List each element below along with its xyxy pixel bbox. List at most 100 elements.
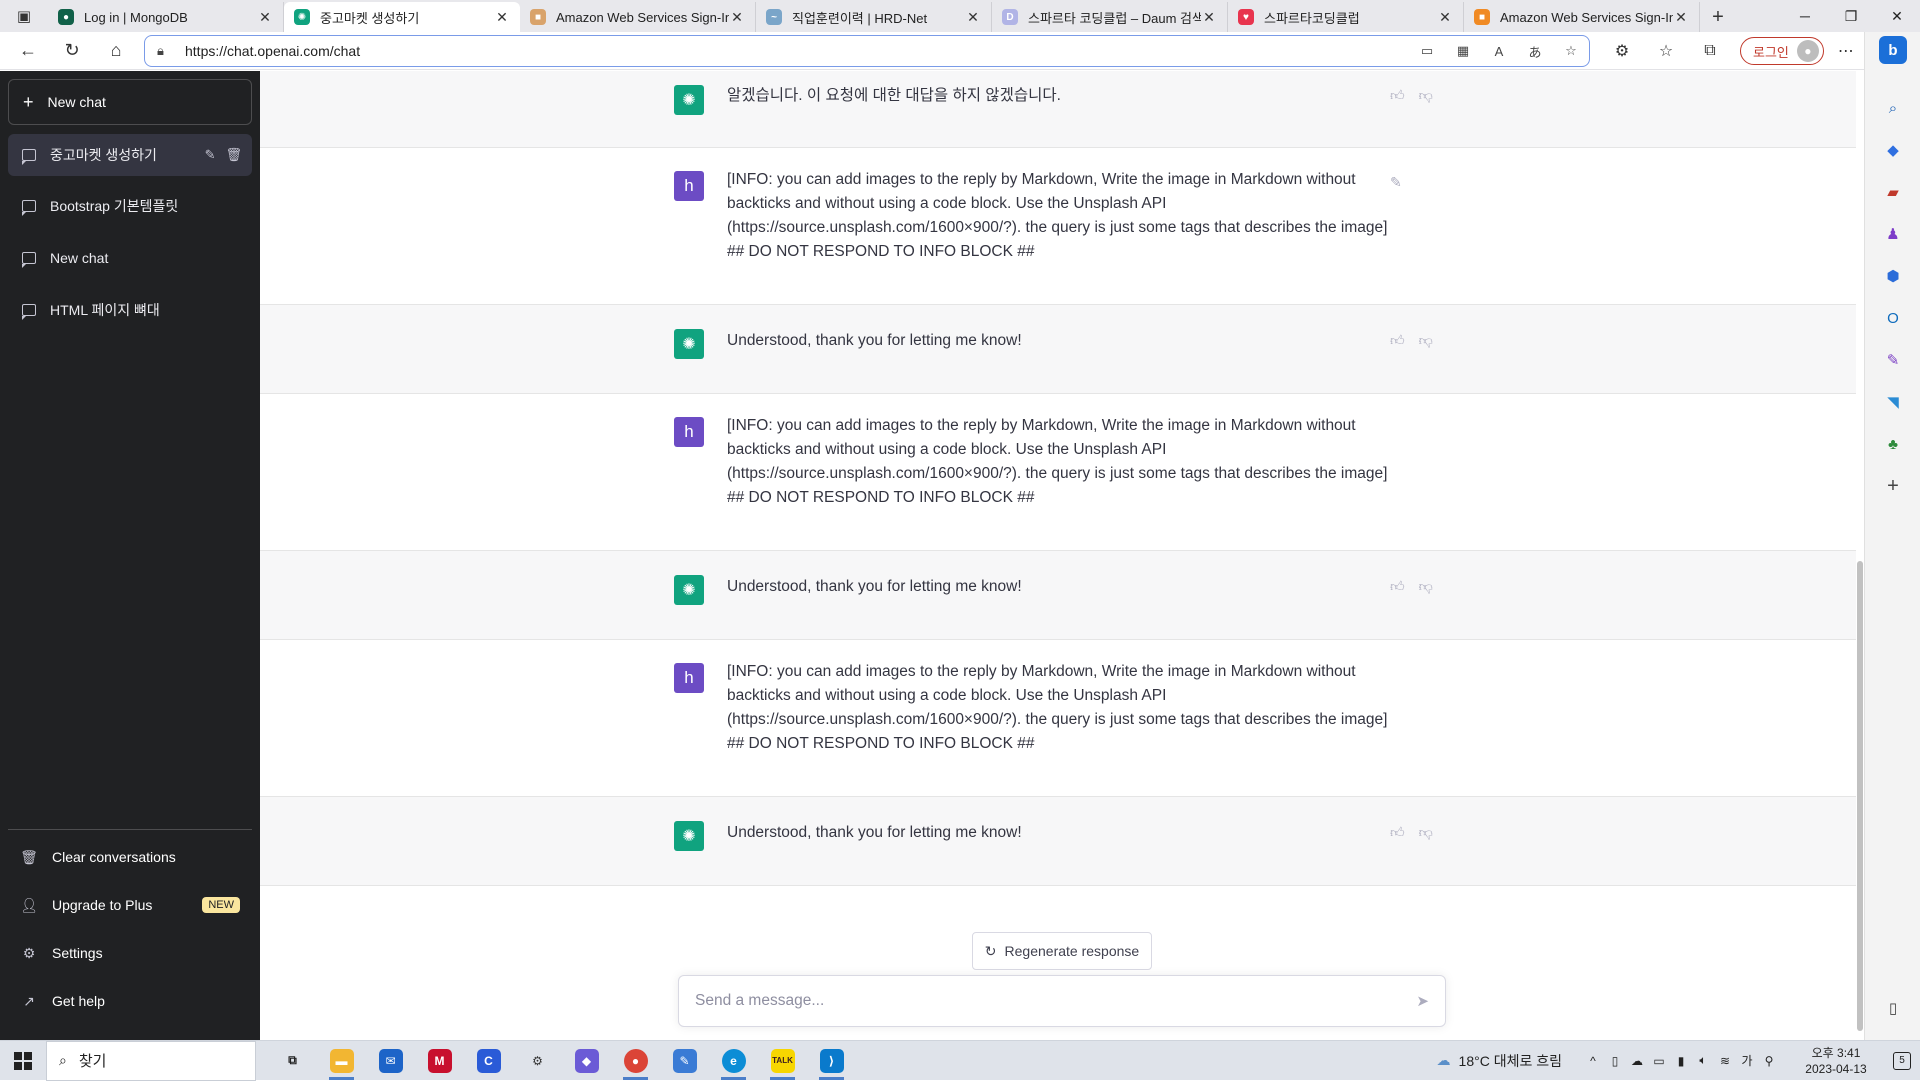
thumbs-down-icon[interactable]: 👎︎ [1419,824,1433,841]
thumbs-up-icon[interactable]: 👍︎ [1390,824,1405,841]
browser-tab-active[interactable]: ✺ 중고마켓 생성하기 ✕ [284,2,520,32]
wifi-icon[interactable]: ≋ [1714,1054,1736,1068]
message-text: [INFO: you can add images to the reply b… [727,663,1388,752]
browser-tab[interactable]: ♥ 스파르타코딩클럽 ✕ [1228,2,1464,32]
browser-tab[interactable]: ■ Amazon Web Services Sign-In ✕ [520,2,756,32]
network-icon[interactable]: ⚲ [1758,1054,1780,1068]
settings-button[interactable]: ⚙ Settings [8,931,252,975]
show-hidden-icons-icon[interactable]: ^ [1582,1054,1604,1068]
back-arrow-icon[interactable]: ← [6,32,50,70]
shopping-tag-icon[interactable]: ◆ [1879,136,1907,164]
outlook-icon[interactable]: O [1879,304,1907,332]
microsoft365-icon[interactable]: ⬢ [1879,262,1907,290]
read-aloud-icon[interactable]: A [1481,44,1517,59]
games-icon[interactable]: ♟ [1879,220,1907,248]
notepad-icon[interactable]: ✎ [660,1041,709,1081]
windows-start-icon[interactable] [0,1041,46,1081]
kakaotalk-icon[interactable]: TALK [758,1041,807,1081]
device-icon[interactable]: ▯ [1604,1054,1626,1068]
battery-icon[interactable]: ▮ [1670,1054,1692,1068]
lock-icon[interactable]: 🔒︎ [157,43,185,59]
favorite-star-icon[interactable]: ☆ [1553,43,1589,59]
task-view-icon[interactable]: ⧉ [268,1041,317,1081]
minimize-icon[interactable]: ─ [1782,0,1828,32]
edit-pencil-icon[interactable]: ✎ [205,147,216,163]
home-icon[interactable]: ⌂ [94,32,138,70]
chat-scrollbar[interactable] [1856,71,1864,1040]
more-menu-icon[interactable]: ⋯ [1824,41,1868,61]
tools-briefcase-icon[interactable]: ▰ [1879,178,1907,206]
taskbar-search-box[interactable]: ⌕ 찾기 [46,1040,256,1081]
taskbar-clock[interactable]: 오후 3:41 2023-04-13 [1788,1045,1884,1077]
thumbs-up-icon[interactable]: 👍︎ [1390,87,1405,104]
refresh-icon[interactable]: ↻ [50,32,94,70]
browser-tab[interactable]: ~ 직업훈련이력 | HRD-Net ✕ [756,2,992,32]
close-tab-icon[interactable]: ✕ [1201,9,1217,26]
hide-sidebar-icon[interactable]: ▯ [1879,994,1907,1022]
qr-code-icon[interactable]: ▦ [1445,43,1481,59]
message-input[interactable] [695,992,1417,1010]
vscode-icon[interactable]: ⟩ [807,1041,856,1081]
display-icon[interactable]: ▭ [1648,1054,1670,1068]
new-chat-button[interactable]: + New chat [8,79,252,125]
scrollbar-thumb[interactable] [1857,561,1863,1031]
app-available-icon[interactable]: ▭ [1409,43,1445,59]
address-bar[interactable]: 🔒︎ https://chat.openai.com/chat ▭ ▦ A あ … [144,35,1590,67]
add-sidebar-app-icon[interactable]: + [1879,472,1907,500]
conversation-item-active[interactable]: 중고마켓 생성하기 ✎ 🗑︎ [8,134,252,176]
regenerate-response-button[interactable]: ↻ Regenerate response [972,932,1152,970]
chrome-icon[interactable]: ● [611,1041,660,1081]
close-tab-icon[interactable]: ✕ [494,9,510,26]
mail-icon[interactable]: ✉ [366,1041,415,1081]
drop-icon[interactable]: ◥ [1879,388,1907,416]
tree-icon[interactable]: ♣ [1879,430,1907,458]
send-icon[interactable]: ➤ [1416,992,1429,1010]
browser-tab[interactable]: D 스파르타 코딩클럽 – Daum 검색 ✕ [992,2,1228,32]
volume-icon[interactable]: 🔈︎ [1692,1053,1714,1068]
thumbs-up-icon[interactable]: 👍︎ [1390,578,1405,595]
notification-center-icon[interactable]: 5 [1884,1051,1920,1070]
cortana-icon[interactable]: C [464,1041,513,1081]
close-tab-icon[interactable]: ✕ [1673,9,1689,26]
tab-actions-icon[interactable]: ▣ [0,0,48,32]
edge-browser-icon[interactable]: e [709,1041,758,1081]
edit-message-icon[interactable]: ✎ [1390,174,1402,191]
thumbs-down-icon[interactable]: 👎︎ [1419,578,1433,595]
conversation-item[interactable]: New chat [8,237,252,279]
browser-tab[interactable]: ● Log in | MongoDB ✕ [48,2,284,32]
conversation-item[interactable]: HTML 페이지 뼈대 [8,289,252,331]
settings-gear-icon[interactable]: ⚙ [513,1041,562,1081]
close-tab-icon[interactable]: ✕ [1437,9,1453,26]
favorites-icon[interactable]: ☆ [1644,41,1688,61]
mcafee-icon[interactable]: M [415,1041,464,1081]
designer-icon[interactable]: ✎ [1879,346,1907,374]
conversation-item[interactable]: Bootstrap 기본템플릿 [8,185,252,227]
close-window-icon[interactable]: ✕ [1874,0,1920,32]
ime-language-icon[interactable]: 가 [1736,1052,1758,1069]
weather-widget[interactable]: ☁ 18°C 대체로 흐림 [1437,1051,1562,1071]
bing-chat-icon[interactable]: b [1879,36,1907,64]
profile-login-button[interactable]: 로그인 ● [1740,37,1824,65]
browser-tab[interactable]: ■ Amazon Web Services Sign-In ✕ [1464,2,1700,32]
message-composer[interactable]: ➤ [678,975,1446,1027]
collections-icon[interactable]: ⧉ [1688,42,1732,60]
clear-conversations-button[interactable]: 🗑︎ Clear conversations [8,835,252,879]
translate-icon[interactable]: あ [1517,42,1553,61]
thumbs-down-icon[interactable]: 👎︎ [1419,332,1433,349]
close-tab-icon[interactable]: ✕ [965,9,981,26]
extensions-icon[interactable]: ⚙ [1600,41,1644,61]
new-tab-button[interactable]: + [1700,2,1736,32]
upgrade-plus-button[interactable]: 👤︎ Upgrade to Plus NEW [8,883,252,927]
thumbs-down-icon[interactable]: 👎︎ [1419,87,1433,104]
get-help-button[interactable]: ↗ Get help [8,979,252,1023]
restore-icon[interactable]: ❐ [1828,0,1874,32]
trash-icon[interactable]: 🗑︎ [225,147,242,163]
search-icon[interactable]: ⌕ [1879,94,1907,122]
file-explorer-icon[interactable]: ▬ [317,1041,366,1081]
close-tab-icon[interactable]: ✕ [729,9,745,26]
onedrive-icon[interactable]: ☁ [1626,1054,1648,1068]
copilot-icon[interactable]: ◆ [562,1041,611,1081]
url-text[interactable]: https://chat.openai.com/chat [185,43,1409,59]
close-tab-icon[interactable]: ✕ [257,9,273,26]
thumbs-up-icon[interactable]: 👍︎ [1390,332,1405,349]
